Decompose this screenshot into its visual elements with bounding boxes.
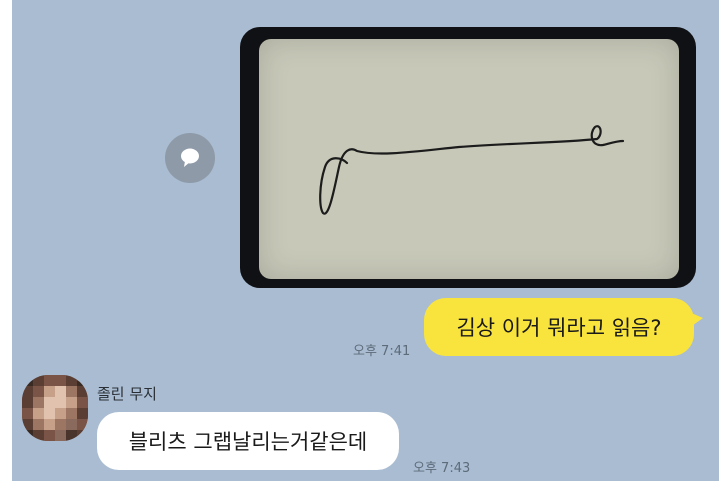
photo-message[interactable] [240, 27, 696, 288]
sender-name: 졸린 무지 [97, 385, 157, 403]
signature-stroke [319, 125, 625, 215]
incoming-timestamp: 오후 7:43 [413, 461, 471, 476]
incoming-message-bubble[interactable]: 블리츠 그랩날리는거같은데 [97, 412, 399, 470]
outgoing-message-bubble[interactable]: 김상 이거 뭐라고 읽음? [424, 298, 703, 356]
share-button[interactable] [165, 133, 215, 183]
avatar[interactable] [22, 375, 88, 441]
outgoing-timestamp: 오후 7:41 [353, 344, 411, 359]
share-bubble-icon [181, 148, 199, 167]
bubble-tail [689, 312, 703, 328]
signature-photo [259, 39, 679, 279]
outgoing-message-text: 김상 이거 뭐라고 읽음? [456, 316, 662, 340]
incoming-message-text: 블리츠 그랩날리는거같은데 [128, 430, 368, 454]
